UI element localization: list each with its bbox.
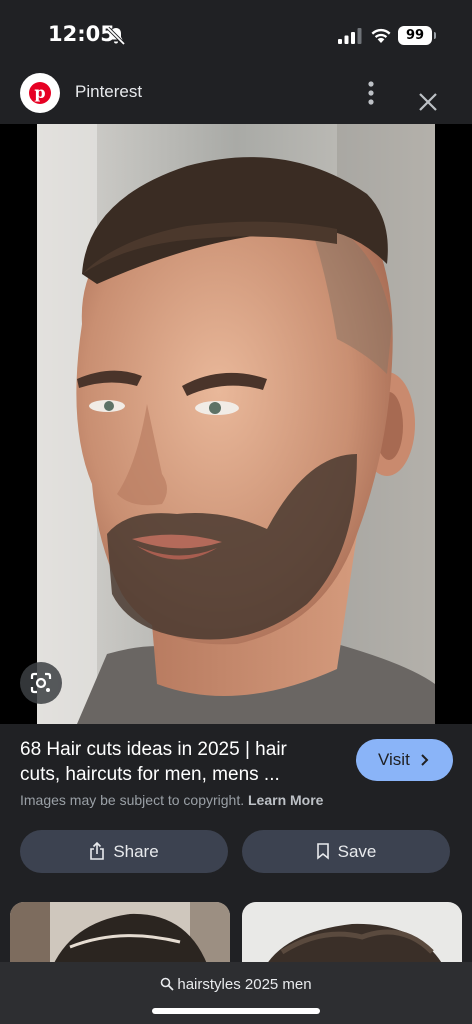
search-bar[interactable]: hairstyles 2025 men (0, 962, 472, 1024)
home-indicator[interactable] (152, 1008, 320, 1014)
search-query[interactable]: hairstyles 2025 men (0, 976, 472, 993)
save-button[interactable]: Save (242, 830, 450, 873)
status-bar: 12:05 99 (0, 0, 472, 70)
search-query-text: hairstyles 2025 men (177, 976, 312, 993)
result-image[interactable] (37, 124, 435, 724)
portrait-illustration (37, 124, 435, 724)
visit-button-label: Visit (378, 750, 410, 769)
search-icon (161, 977, 175, 991)
result-title-line-1: 68 Hair cuts ideas in 2025 | hair (20, 739, 287, 760)
signal-icon (338, 28, 362, 44)
close-icon[interactable] (416, 90, 440, 114)
share-icon (90, 842, 105, 860)
bell-slash-icon (106, 26, 126, 46)
status-time: 12:05 (48, 22, 115, 46)
wifi-icon (371, 28, 391, 43)
save-button-label: Save (337, 842, 377, 861)
pinterest-logo-letter: p (34, 83, 46, 102)
result-title-line-2: cuts, haircuts for men, mens ... (20, 764, 280, 785)
battery-indicator: 99 (398, 26, 436, 45)
source-name[interactable]: Pinterest (75, 82, 142, 102)
visit-button[interactable]: Visit (356, 739, 453, 781)
share-button-label: Share (113, 842, 159, 861)
pinterest-logo[interactable]: p (20, 73, 60, 113)
result-title[interactable]: 68 Hair cuts ideas in 2025 | hair cuts, … (20, 737, 340, 787)
bookmark-icon (316, 843, 329, 860)
learn-more-link[interactable]: Learn More (248, 792, 323, 808)
image-viewer (0, 124, 472, 724)
copyright-notice: Images may be subject to copyright. Lear… (20, 792, 323, 808)
more-vert-icon[interactable] (360, 80, 382, 106)
share-button[interactable]: Share (20, 830, 228, 873)
lens-icon (30, 672, 52, 694)
copyright-text: Images may be subject to copyright. (20, 792, 245, 808)
lens-button[interactable] (20, 662, 62, 704)
chevron-right-icon (421, 754, 429, 766)
source-header: p Pinterest (0, 70, 472, 124)
